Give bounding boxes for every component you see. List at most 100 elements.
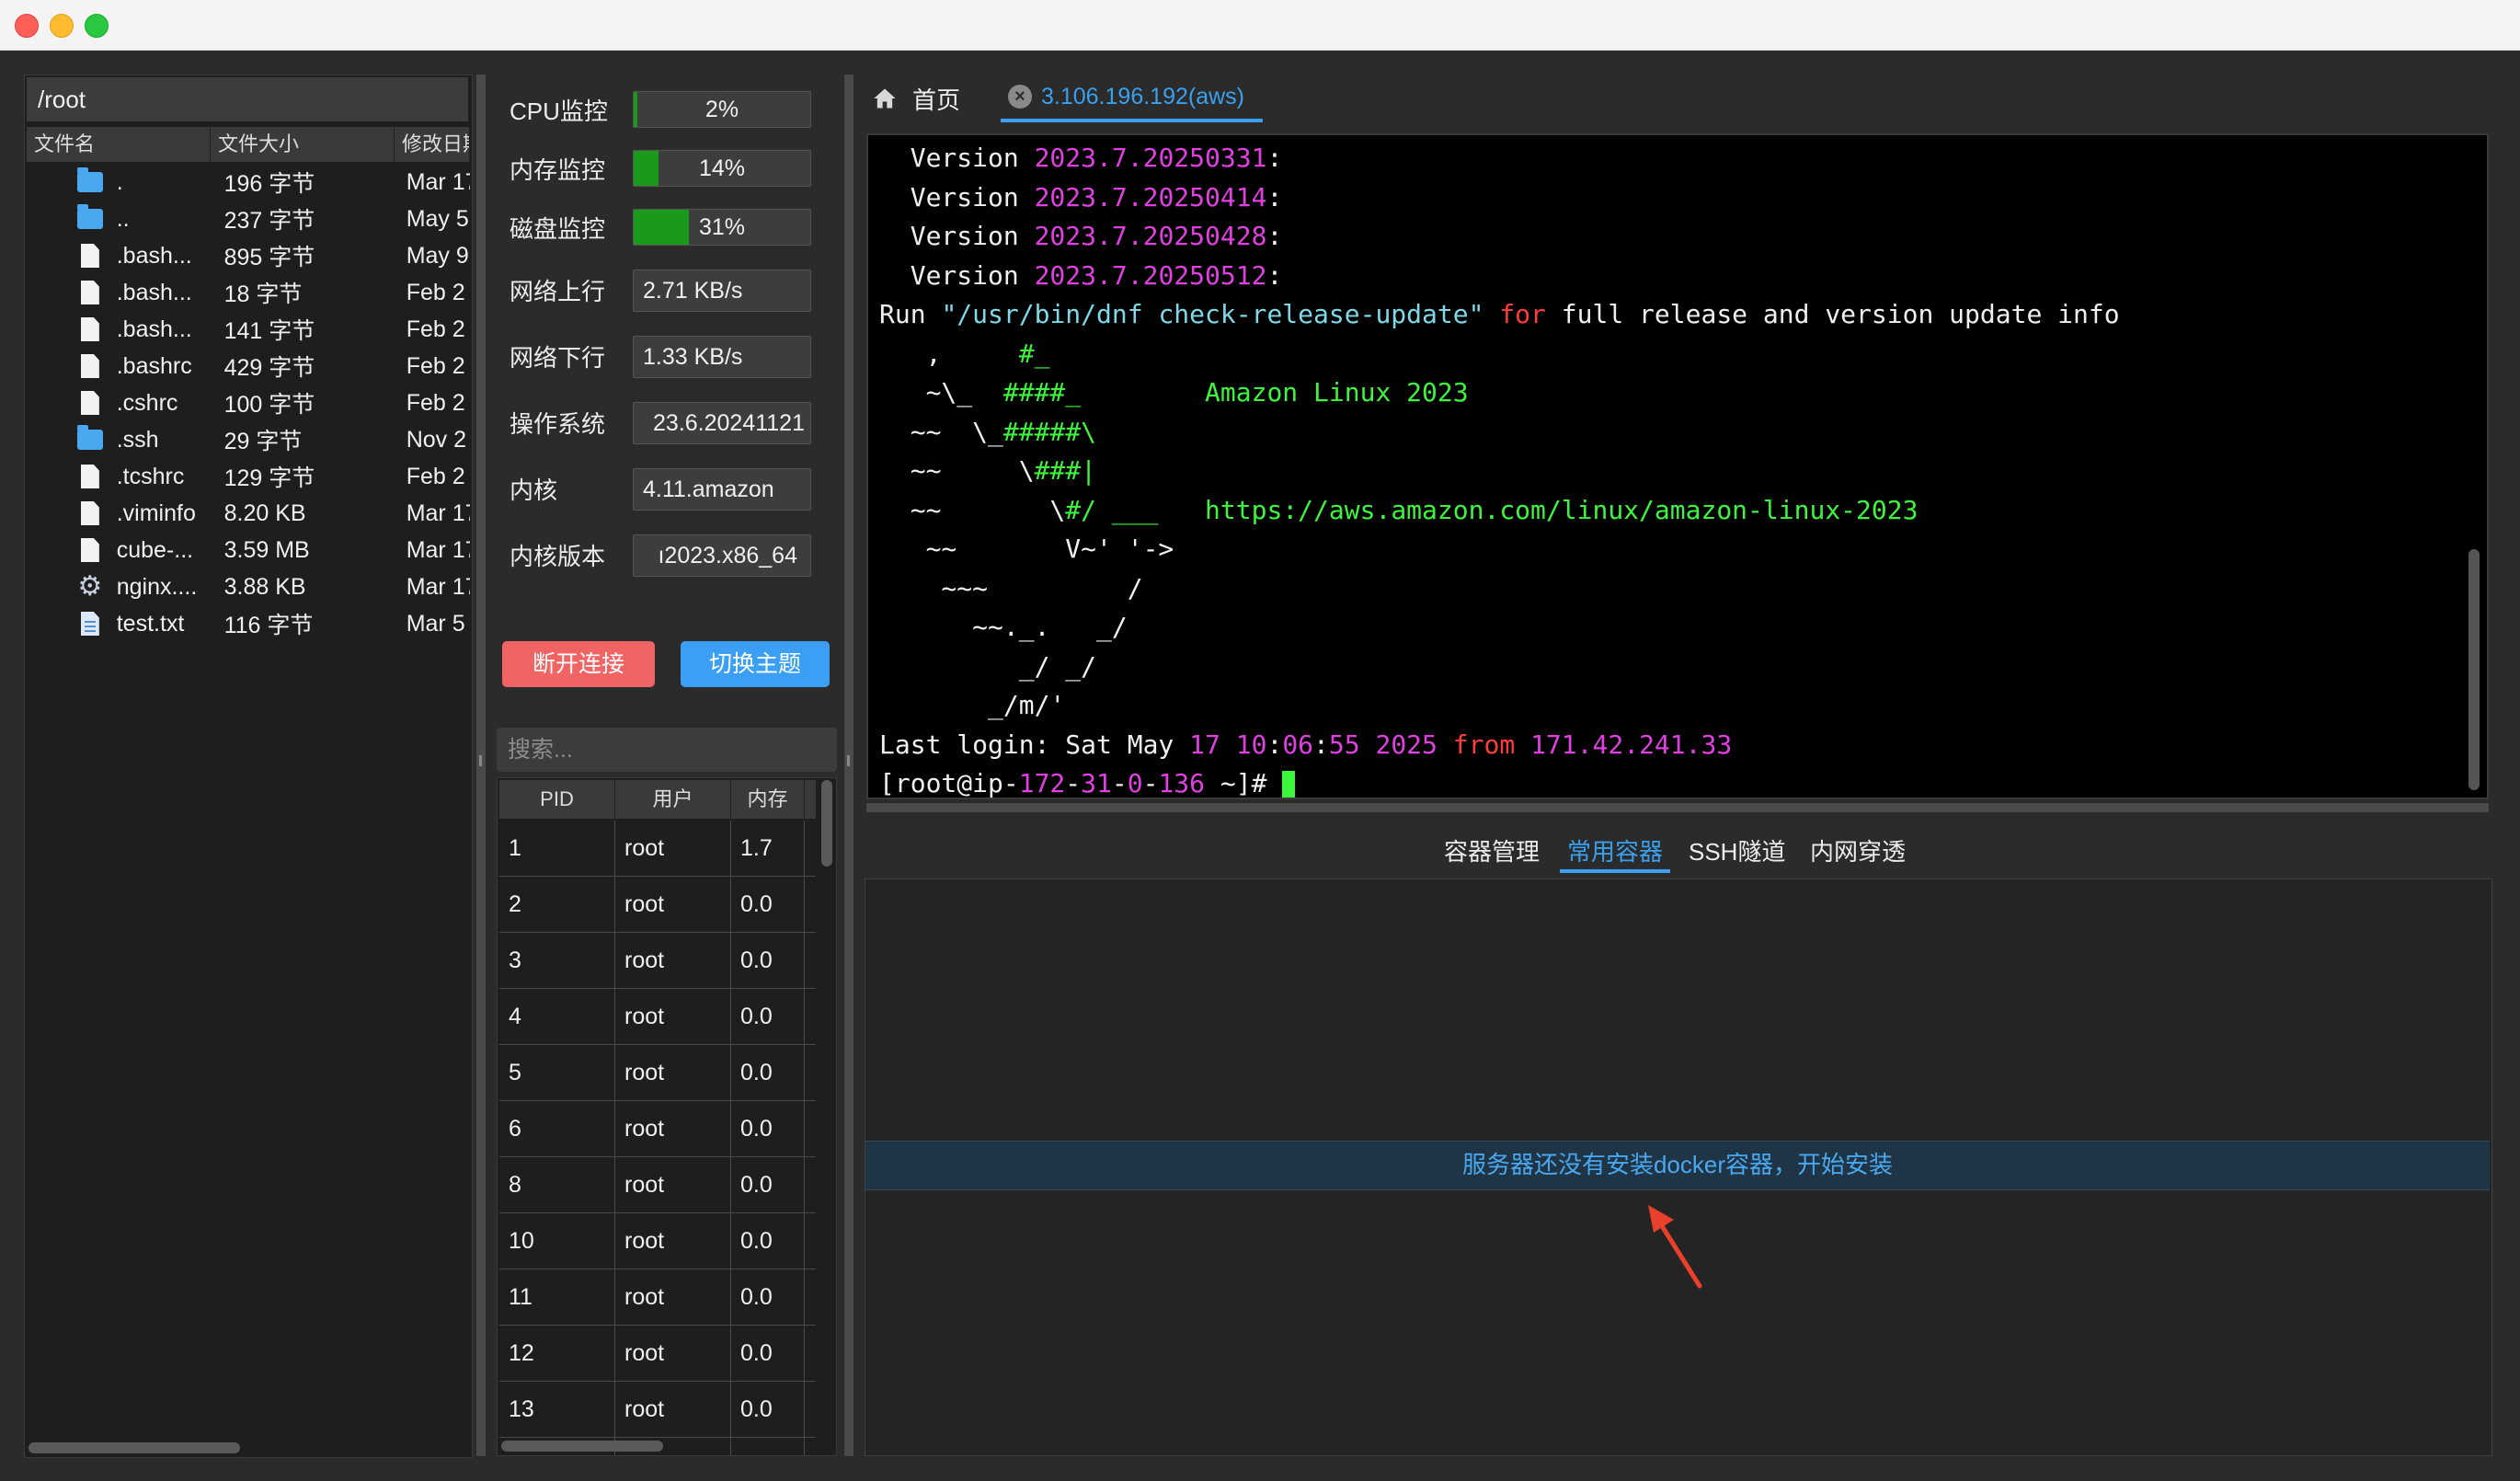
network-up-row: 网络上行 2.71 KB/s (497, 270, 837, 312)
file-row[interactable]: .tcshrc 129 字节 Feb 2 (27, 458, 470, 495)
process-row[interactable]: 11 root 0.0 (499, 1269, 816, 1326)
tab-home[interactable]: 首页 (872, 75, 960, 122)
process-row[interactable]: 2 root 0.0 (499, 877, 816, 933)
tab-intranet-penetration[interactable]: 内网穿透 (1810, 832, 1906, 873)
process-row[interactable]: 3 root 0.0 (499, 933, 816, 989)
file-row[interactable]: .bash... 895 字节 May 9 (27, 237, 470, 274)
process-row[interactable]: 8 root 0.0 (499, 1157, 816, 1213)
column-header-size[interactable]: 文件大小 (211, 127, 395, 162)
file-row[interactable]: .viminfo 8.20 KB Mar 17 (27, 495, 470, 532)
file-size: 429 字节 (223, 355, 315, 381)
file-name: test.txt (116, 610, 185, 637)
process-row[interactable]: 13 root 0.0 (499, 1382, 816, 1438)
process-memory: 0.0 (731, 1326, 805, 1381)
file-name: .cshrc (116, 389, 178, 416)
file-size: 237 字节 (223, 208, 315, 234)
process-pid: 8 (499, 1157, 615, 1212)
column-header-date[interactable]: 修改日期 (395, 127, 470, 162)
file-row[interactable]: cube-... 3.59 MB Mar 17 (27, 532, 470, 568)
zoom-window-button[interactable] (85, 14, 109, 38)
terminal-bottom-splitter[interactable] (866, 803, 2489, 812)
file-name: .bashrc (116, 352, 192, 379)
terminal-line: ~~ \_#####\ (879, 413, 2120, 453)
panel-splitter-left[interactable] (476, 75, 486, 1456)
folder-icon (76, 204, 104, 232)
process-row[interactable]: 6 root 0.0 (499, 1101, 816, 1157)
file-row[interactable]: . 196 字节 Mar 17 (27, 164, 470, 201)
process-memory: 0.0 (731, 1438, 805, 1455)
file-icon (76, 390, 104, 416)
tab-ssh-tunnel[interactable]: SSH隧道 (1689, 832, 1785, 873)
disconnect-button[interactable]: 断开连接 (502, 641, 655, 687)
file-row[interactable]: .bash... 18 字节 Feb 2 (27, 274, 470, 311)
cpu-progress-bar: 2% (633, 91, 811, 128)
file-row[interactable]: .cshrc 100 字节 Feb 2 (27, 385, 470, 421)
process-row[interactable]: 1 root 1.7 (499, 821, 816, 877)
process-table-vertical-scrollbar[interactable] (821, 780, 832, 867)
terminal-text: ~~ \ (879, 494, 1066, 525)
process-table-horizontal-scrollbar[interactable] (501, 1441, 663, 1452)
terminal[interactable]: Version 2023.7.20250331: Version 2023.7.… (866, 133, 2489, 799)
tab-session[interactable]: × 3.106.196.192(aws) (1001, 75, 1263, 122)
icon-shape (80, 354, 99, 378)
terminal-line: ~~._. _/ (879, 608, 2120, 648)
file-list-horizontal-scrollbar[interactable] (29, 1442, 240, 1453)
file-icon (76, 500, 104, 526)
file-size: 29 字节 (223, 429, 303, 454)
terminal-line: ~\_ ####_ Amazon Linux 2023 (879, 373, 2120, 413)
disk-monitor-label: 磁盘监控 (510, 215, 606, 243)
process-row[interactable]: 10 root 0.0 (499, 1213, 816, 1269)
minimize-window-button[interactable] (50, 14, 74, 38)
terminal-line: Version 2023.7.20250414: (879, 178, 2120, 218)
file-row[interactable]: .bash... 141 字节 Feb 2 (27, 311, 470, 348)
terminal-text: Version (879, 259, 1035, 291)
home-icon (874, 88, 896, 109)
process-row[interactable]: 4 root 0.0 (499, 989, 816, 1045)
file-row[interactable]: .bashrc 429 字节 Feb 2 (27, 348, 470, 385)
path-input[interactable]: /root (27, 77, 468, 121)
file-row[interactable]: .. 237 字节 May 5 (27, 201, 470, 237)
install-docker-button[interactable]: 服务器还没有安装docker容器，开始安装 (865, 1141, 2490, 1190)
terminal-text: 06 (1282, 729, 1314, 760)
memory-progress-bar: 14% (633, 150, 811, 187)
icon-shape (80, 244, 99, 268)
close-tab-icon[interactable]: × (1008, 85, 1032, 109)
os-field: 23.6.20241121 (633, 402, 811, 444)
tab-common-containers[interactable]: 常用容器 (1560, 832, 1671, 873)
process-row[interactable]: 12 root 0.0 (499, 1326, 816, 1382)
icon-shape (76, 425, 103, 450)
process-user: root (615, 1213, 731, 1269)
memory-value: 14% (698, 155, 746, 181)
docker-panel: 服务器还没有安装docker容器，开始安装 (865, 878, 2492, 1456)
column-header-name[interactable]: 文件名 (27, 127, 211, 162)
panel-splitter-right[interactable] (844, 75, 853, 1456)
switch-theme-button[interactable]: 切换主题 (681, 641, 830, 687)
column-header-user[interactable]: 用户 (615, 780, 731, 819)
file-size: 18 字节 (223, 281, 303, 307)
file-row[interactable]: ⚙ nginx.... 3.88 KB Mar 17 (27, 568, 470, 605)
terminal-text: - (1065, 768, 1082, 798)
process-rows: 1 root 1.7 2 root 0.0 3 root 0.0 4 root 0.0 5 root 0.0… (499, 821, 816, 1455)
terminal-text: 17 (1189, 729, 1220, 760)
disk-monitor-row: 磁盘监控 31% (497, 209, 837, 249)
red-arrow-annotation (1648, 1205, 1702, 1289)
column-header-memory[interactable]: 内存 (731, 780, 805, 819)
file-row[interactable]: .ssh 29 字节 Nov 2 (27, 421, 470, 458)
terminal-text: 0 (1127, 768, 1143, 798)
process-row[interactable]: 5 root 0.0 (499, 1045, 816, 1101)
terminal-line: , #_ (879, 335, 2120, 374)
icon-shape (80, 538, 99, 562)
process-search-input[interactable]: 搜索... (497, 728, 837, 772)
process-memory: 0.0 (731, 877, 805, 932)
terminal-scrollbar[interactable] (2468, 549, 2480, 790)
file-row[interactable]: test.txt 116 字节 Mar 5 (27, 605, 470, 642)
file-date: Feb 2 (406, 352, 465, 379)
column-header-pid[interactable]: PID (499, 780, 615, 819)
close-window-button[interactable] (15, 14, 39, 38)
disk-value: 31% (698, 214, 746, 240)
file-date: Feb 2 (406, 463, 465, 489)
icon-shape (76, 167, 103, 192)
tab-container-management[interactable]: 容器管理 (1444, 832, 1540, 873)
